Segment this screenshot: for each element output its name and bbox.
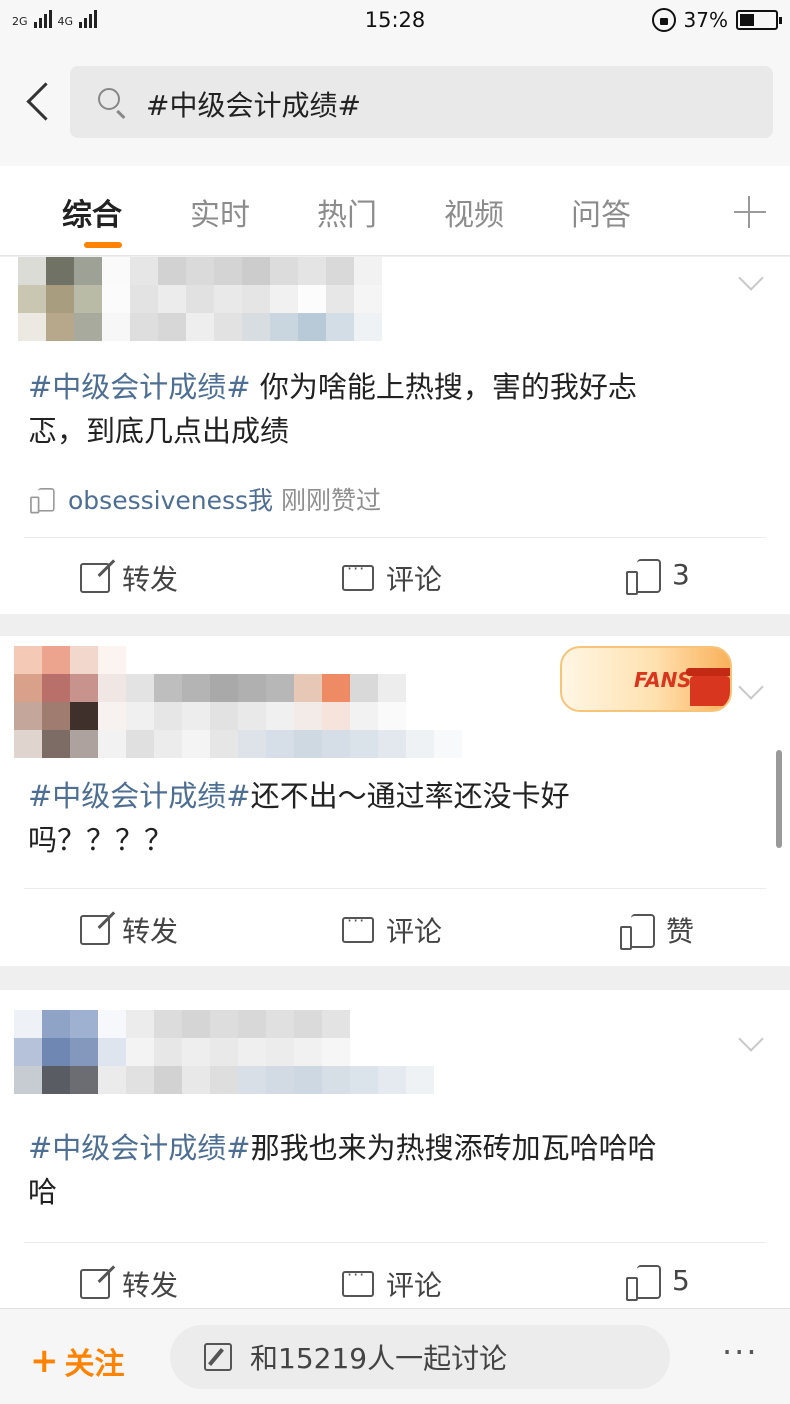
edit-icon <box>204 1343 232 1371</box>
tab-realtime[interactable]: 实时 <box>190 190 250 234</box>
comment-label: 评论 <box>386 1269 443 1302</box>
divider <box>24 888 766 889</box>
repost-icon <box>80 563 110 593</box>
post-text-line: 吗？？？？ <box>28 823 174 857</box>
add-tab-icon[interactable] <box>734 196 766 228</box>
thumb-up-icon <box>620 914 655 950</box>
repost-button[interactable]: 转发 <box>80 558 178 598</box>
follow-button[interactable]: + 关注 <box>30 1339 125 1383</box>
post-card: #中级会计成绩# 你为啥能上热搜，害的我好忐 忑，到底几点出成绩 obsessi… <box>0 257 790 614</box>
avatar[interactable] <box>14 1010 98 1094</box>
thumb-up-icon <box>30 487 55 514</box>
like-label: 赞 <box>666 915 695 948</box>
post-card: FANS #中级会计成绩#还不出～通过率还没卡好 吗？？？？ 转发 评论 赞 <box>0 636 790 966</box>
comment-icon <box>342 911 374 943</box>
more-icon[interactable]: ··· <box>722 1333 759 1371</box>
like-count: 3 <box>672 558 690 591</box>
repost-label: 转发 <box>122 563 179 596</box>
repost-label: 转发 <box>122 1269 179 1302</box>
post-text-line: 那我也来为热搜添砖加瓦哈哈哈 <box>250 1131 657 1165</box>
tab-comprehensive[interactable]: 综合 <box>62 190 122 234</box>
bottom-bar: + 关注 和15219人一起讨论 ··· <box>0 1308 790 1404</box>
like-count: 5 <box>672 1264 690 1297</box>
battery-icon <box>736 10 782 30</box>
thumb-up-icon <box>626 558 661 595</box>
tab-bar: 综合 实时 热门 视频 问答 <box>0 166 790 256</box>
comment-button[interactable]: 评论 <box>342 910 442 950</box>
post-text: #中级会计成绩# 你为啥能上热搜，害的我好忐 忑，到底几点出成绩 <box>28 365 748 453</box>
fans-badge[interactable]: FANS <box>560 646 732 712</box>
discuss-label: 和15219人一起讨论 <box>250 1342 508 1375</box>
post-actions: 转发 评论 3 <box>0 540 790 612</box>
status-bar: 2G 4G 15:28 37% <box>0 0 790 42</box>
chevron-down-icon[interactable] <box>736 678 764 706</box>
username-blurred[interactable] <box>102 257 382 341</box>
post-card: #中级会计成绩#那我也来为热搜添砖加瓦哈哈哈 哈 转发 评论 5 <box>0 990 790 1308</box>
username-blurred[interactable] <box>98 1010 490 1094</box>
battery-percent: 37% <box>683 8 728 32</box>
comment-icon <box>342 1265 374 1297</box>
liked-by-row: obsessiveness我 刚刚赞过 <box>28 481 381 517</box>
rotation-lock-icon <box>651 8 676 32</box>
hashtag-link[interactable]: #中级会计成绩# <box>28 1131 251 1165</box>
comment-icon <box>342 559 374 591</box>
comment-button[interactable]: 评论 <box>342 558 442 598</box>
search-query[interactable]: #中级会计成绩# <box>146 84 361 124</box>
post-text-line: 你为啥能上热搜，害的我好忐 <box>250 370 637 404</box>
like-button[interactable]: 5 <box>626 1264 690 1301</box>
thumb-up-icon <box>626 1264 661 1301</box>
post-text: #中级会计成绩#那我也来为热搜添砖加瓦哈哈哈 哈 <box>28 1126 748 1214</box>
fans-badge-text: FANS <box>634 668 692 692</box>
hashtag-link[interactable]: #中级会计成绩# <box>28 779 251 813</box>
liked-by-user[interactable]: obsessiveness我 <box>68 486 273 515</box>
tab-qa[interactable]: 问答 <box>571 190 631 234</box>
avatar[interactable] <box>18 257 102 341</box>
comment-label: 评论 <box>386 563 443 596</box>
repost-label: 转发 <box>122 915 179 948</box>
follow-label: 关注 <box>64 1347 125 1382</box>
repost-button[interactable]: 转发 <box>80 910 178 950</box>
discuss-button[interactable]: 和15219人一起讨论 <box>170 1325 670 1389</box>
post-text-line: 哈 <box>28 1175 58 1209</box>
like-button[interactable]: 3 <box>626 558 690 595</box>
scrollbar[interactable] <box>776 750 782 848</box>
top-bar: #中级会计成绩# <box>0 42 790 166</box>
divider <box>24 537 766 538</box>
plus-icon: + <box>30 1341 59 1381</box>
post-text-line: 还不出～通过率还没卡好 <box>250 779 570 813</box>
repost-button[interactable]: 转发 <box>80 1264 178 1304</box>
tab-hot[interactable]: 热门 <box>317 190 377 234</box>
comment-button[interactable]: 评论 <box>342 1264 442 1304</box>
like-button[interactable]: 赞 <box>620 910 694 950</box>
hashtag-link[interactable]: #中级会计成绩# <box>28 370 251 404</box>
post-actions: 转发 评论 赞 <box>0 892 790 964</box>
search-box[interactable]: #中级会计成绩# <box>70 66 773 138</box>
comment-label: 评论 <box>386 915 443 948</box>
post-text-line: 忑，到底几点出成绩 <box>28 414 290 448</box>
repost-icon <box>80 915 110 945</box>
username-blurred[interactable] <box>98 646 490 758</box>
divider <box>24 1242 766 1243</box>
back-button[interactable] <box>20 80 60 124</box>
active-tab-indicator <box>84 242 122 248</box>
search-icon <box>98 88 120 110</box>
gate-icon <box>686 668 730 706</box>
avatar[interactable] <box>14 646 98 758</box>
chevron-down-icon[interactable] <box>736 269 764 297</box>
post-text: #中级会计成绩#还不出～通过率还没卡好 吗？？？？ <box>28 774 748 862</box>
repost-icon <box>80 1269 110 1299</box>
liked-suffix: 刚刚赞过 <box>280 486 381 515</box>
chevron-down-icon[interactable] <box>736 1030 764 1058</box>
tab-video[interactable]: 视频 <box>444 190 504 234</box>
